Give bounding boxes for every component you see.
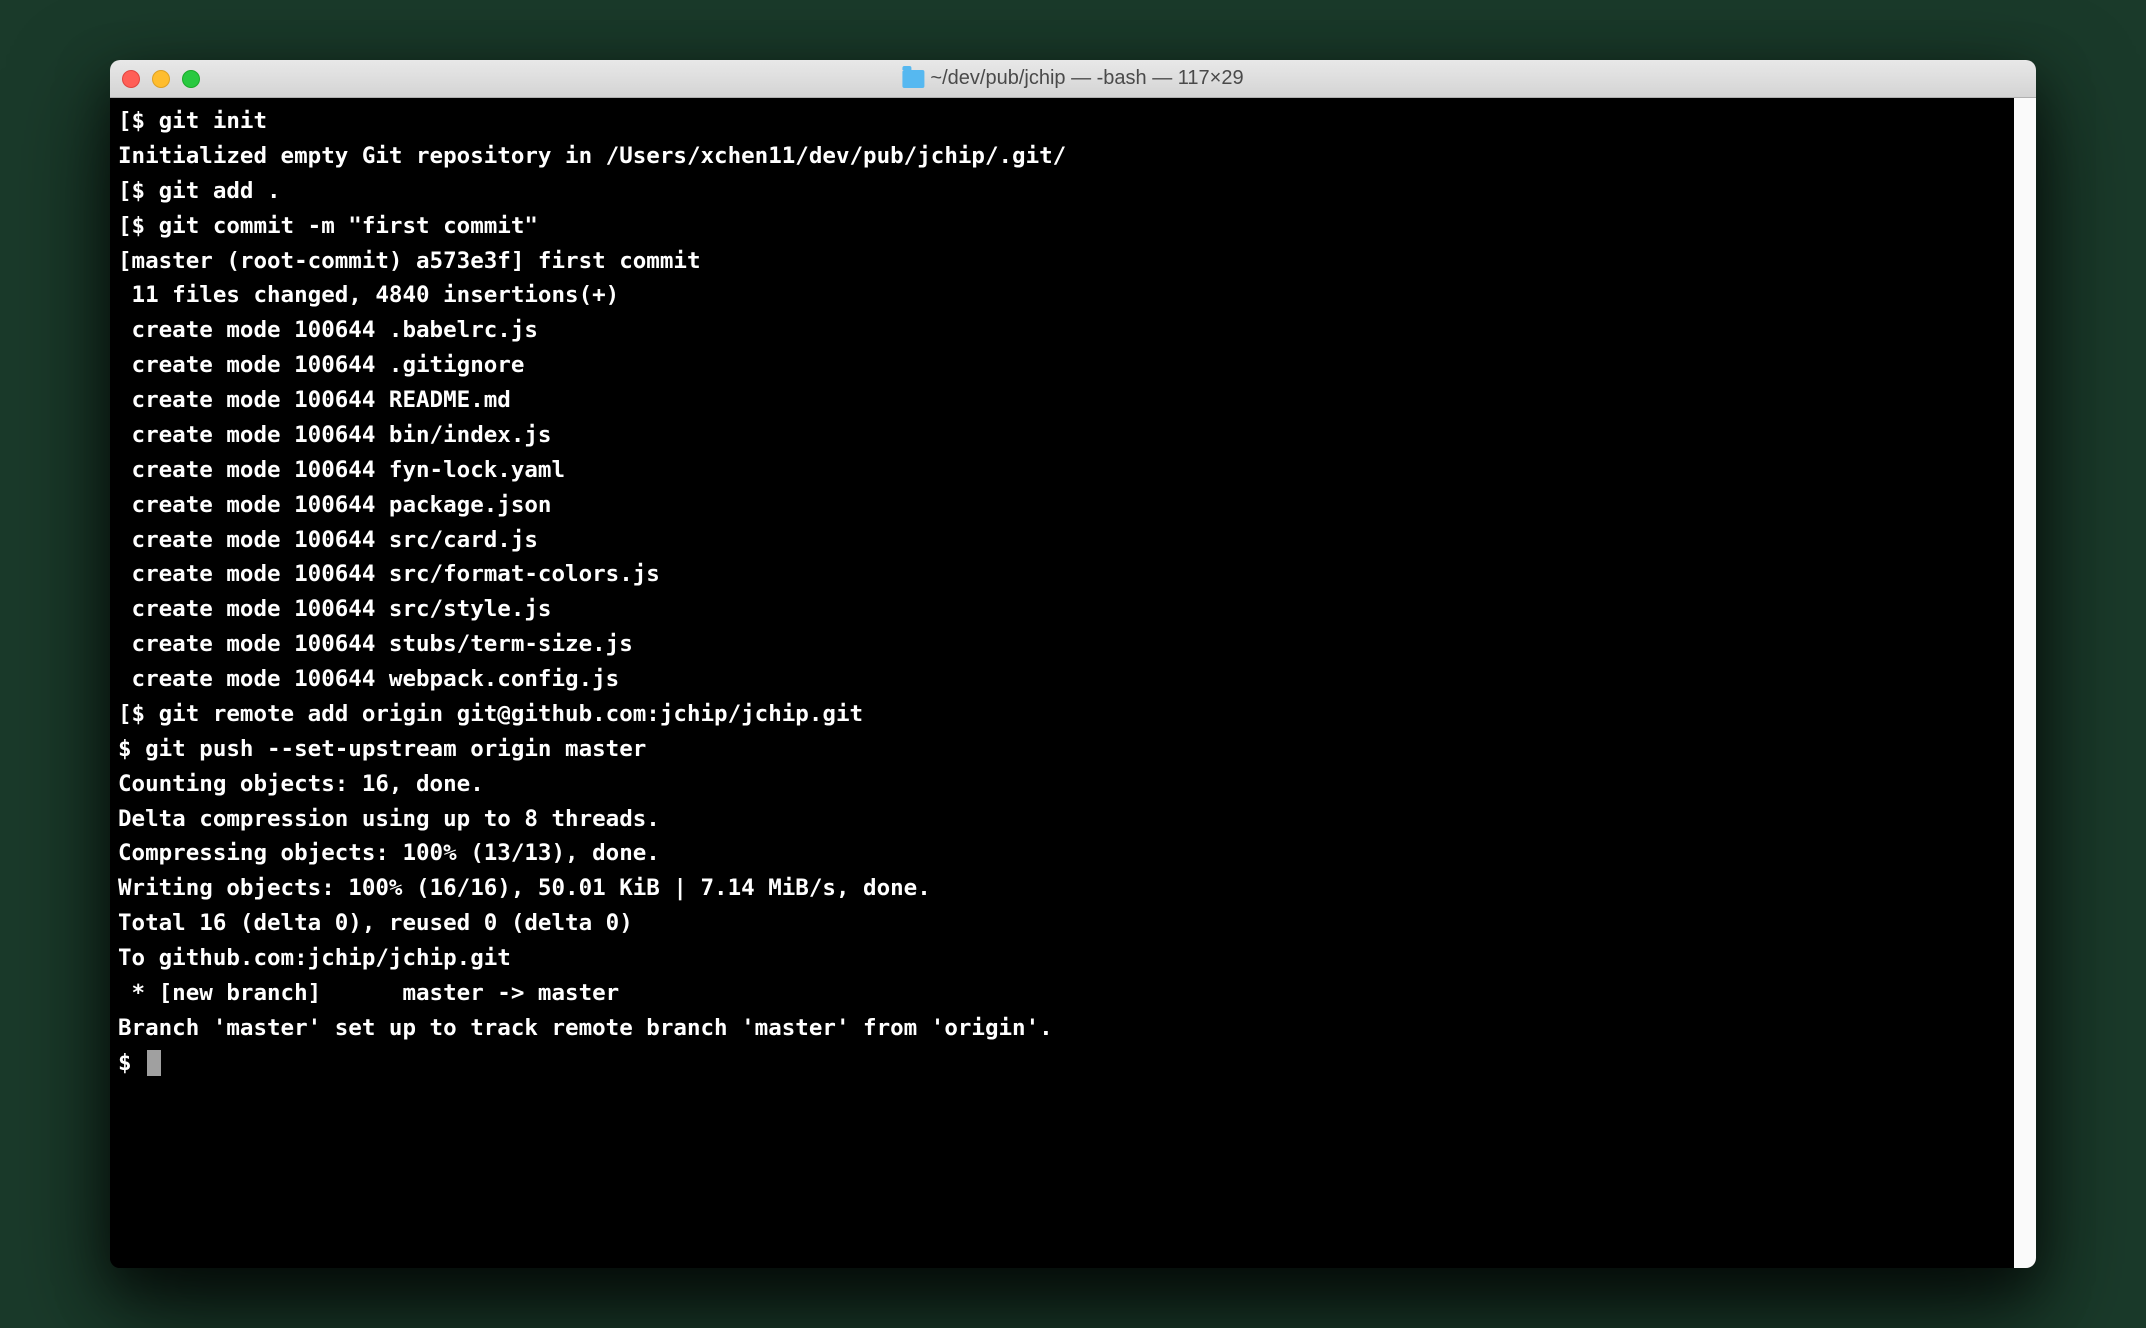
terminal-line: [$ git commit -m "first commit" xyxy=(118,209,2006,244)
terminal-line: * [new branch] master -> master xyxy=(118,976,2006,1011)
terminal-cursor xyxy=(147,1050,161,1076)
terminal-line: Writing objects: 100% (16/16), 50.01 KiB… xyxy=(118,871,2006,906)
terminal-line: create mode 100644 .gitignore xyxy=(118,348,2006,383)
terminal-line: Counting objects: 16, done. xyxy=(118,767,2006,802)
terminal-line: create mode 100644 fyn-lock.yaml xyxy=(118,453,2006,488)
terminal-line: create mode 100644 bin/index.js xyxy=(118,418,2006,453)
terminal-line: Compressing objects: 100% (13/13), done. xyxy=(118,836,2006,871)
terminal-line: To github.com:jchip/jchip.git xyxy=(118,941,2006,976)
window-title: ~/dev/pub/jchip — -bash — 117×29 xyxy=(930,67,1243,90)
terminal-line: Delta compression using up to 8 threads. xyxy=(118,802,2006,837)
terminal-line: Branch 'master' set up to track remote b… xyxy=(118,1011,2006,1046)
traffic-lights xyxy=(122,70,200,88)
terminal-line: $ git push --set-upstream origin master xyxy=(118,732,2006,767)
terminal-content[interactable]: [$ git initInitialized empty Git reposit… xyxy=(110,98,2014,1268)
terminal-line: 11 files changed, 4840 insertions(+) xyxy=(118,278,2006,313)
terminal-prompt: $ xyxy=(118,1050,145,1076)
terminal-line: [$ git add . xyxy=(118,174,2006,209)
terminal-prompt-line: $ xyxy=(118,1046,2006,1081)
maximize-button[interactable] xyxy=(182,70,200,88)
terminal-line: Initialized empty Git repository in /Use… xyxy=(118,139,2006,174)
terminal-line: create mode 100644 src/format-colors.js xyxy=(118,557,2006,592)
terminal-line: [$ git init xyxy=(118,104,2006,139)
terminal-line: create mode 100644 webpack.config.js xyxy=(118,662,2006,697)
terminal-body: [$ git initInitialized empty Git reposit… xyxy=(110,98,2036,1268)
scrollbar-thumb[interactable] xyxy=(2017,98,2033,1268)
window-title-container: ~/dev/pub/jchip — -bash — 117×29 xyxy=(902,67,1243,90)
titlebar[interactable]: ~/dev/pub/jchip — -bash — 117×29 xyxy=(110,60,2036,98)
terminal-line: create mode 100644 package.json xyxy=(118,488,2006,523)
close-button[interactable] xyxy=(122,70,140,88)
terminal-window: ~/dev/pub/jchip — -bash — 117×29 [$ git … xyxy=(110,60,2036,1268)
terminal-line: [$ git remote add origin git@github.com:… xyxy=(118,697,2006,732)
terminal-line: create mode 100644 README.md xyxy=(118,383,2006,418)
terminal-line: create mode 100644 src/card.js xyxy=(118,523,2006,558)
terminal-line: [master (root-commit) a573e3f] first com… xyxy=(118,244,2006,279)
scrollbar[interactable] xyxy=(2014,98,2036,1268)
terminal-line: create mode 100644 stubs/term-size.js xyxy=(118,627,2006,662)
terminal-line: create mode 100644 .babelrc.js xyxy=(118,313,2006,348)
folder-icon xyxy=(902,70,924,88)
terminal-line: create mode 100644 src/style.js xyxy=(118,592,2006,627)
terminal-line: Total 16 (delta 0), reused 0 (delta 0) xyxy=(118,906,2006,941)
minimize-button[interactable] xyxy=(152,70,170,88)
